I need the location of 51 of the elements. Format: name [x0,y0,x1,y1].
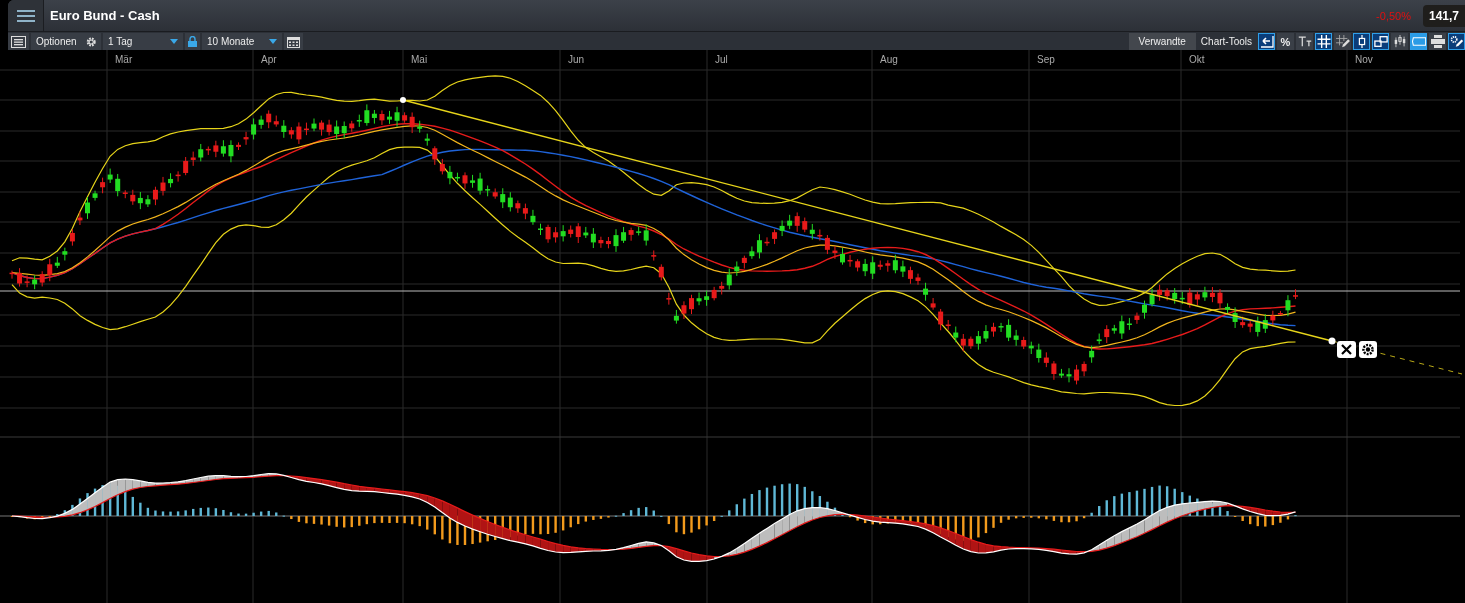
grid-tool-button[interactable] [1315,33,1332,50]
month-label: Aug [880,54,898,65]
percent-tool-button[interactable]: % [1277,33,1294,50]
settings-pen-tool-button[interactable] [1448,33,1465,50]
grid-pencil-icon [1335,35,1350,48]
overlapping-squares-icon [1373,35,1388,48]
candlestick-icon [1356,35,1367,48]
text-size-icon [1297,35,1312,48]
calendar-icon [287,35,300,48]
month-label: Apr [261,54,277,65]
options-button[interactable]: Optionen [31,33,101,50]
settings-button[interactable] [1359,341,1377,358]
interval-dropdown[interactable]: 1 Tag [103,33,183,50]
close-button[interactable] [1337,341,1356,358]
candlesticks-icon [1392,35,1407,48]
trendline[interactable] [400,97,1463,375]
period-dropdown[interactable]: 10 Monate [202,33,282,50]
price-value: 141,7 [1422,4,1465,27]
printer-icon [1430,35,1445,48]
month-label: Okt [1189,54,1205,65]
candles-tool-button[interactable] [1391,33,1408,50]
text-size-tool-button[interactable] [1296,33,1313,50]
candle-tool-button[interactable] [1353,33,1370,50]
menu-icon [16,9,35,22]
month-label: Jun [568,54,585,65]
gear-icon [85,35,96,48]
menu-button[interactable] [8,0,44,31]
month-label: Jul [715,54,728,65]
price-change: -0,50% [1376,9,1411,22]
grid-icon [1316,35,1331,48]
gear-pencil-icon [1449,35,1464,48]
window-title: Euro Bund - Cash [50,8,160,23]
month-label: Mai [411,54,428,65]
lock-button[interactable] [185,33,200,50]
month-label: Nov [1355,54,1373,65]
chart-tools-label: Chart-Tools [1200,36,1252,47]
tag-icon [1411,36,1426,47]
print-tool-button[interactable] [1429,33,1446,50]
lock-icon [188,36,197,47]
list-icon [11,35,26,48]
month-label: Sep [1037,54,1055,65]
compare-tool-button[interactable] [1372,33,1389,50]
crosshair-back-tool-button[interactable] [1258,33,1275,50]
arrow-left-icon [1259,35,1274,48]
month-label: Mär [115,54,133,65]
grid-pen-tool-button[interactable] [1334,33,1351,50]
caret-icon [269,39,277,44]
list-button[interactable] [8,33,29,50]
related-tab[interactable]: Verwandte [1128,33,1196,50]
calendar-button[interactable] [284,33,303,50]
caret-icon [170,39,178,44]
